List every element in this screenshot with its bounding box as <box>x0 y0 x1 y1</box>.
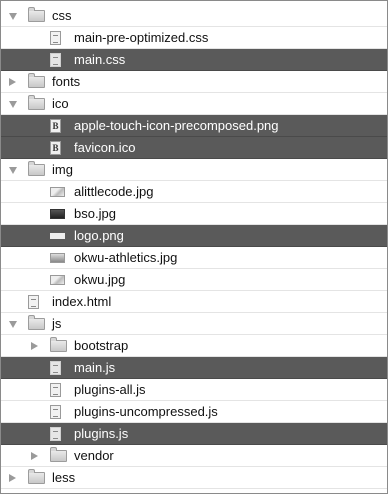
png-file-icon: B <box>50 141 61 155</box>
document-icon <box>50 427 61 441</box>
disclosure-triangle-closed-icon[interactable] <box>31 452 38 460</box>
document-icon <box>28 295 39 309</box>
document-icon <box>50 361 61 375</box>
tree-item-label: js <box>52 316 62 331</box>
folder-icon <box>28 161 45 176</box>
tree-item-label: main.css <box>74 52 126 67</box>
tree-item-label: main.js <box>74 360 116 375</box>
tree-item-label: logo.png <box>74 228 124 243</box>
tree-item-label: plugins.js <box>74 426 129 441</box>
tree-item-label: index.html <box>52 294 112 309</box>
document-icon <box>50 383 61 397</box>
tree-row-bso-jpg[interactable]: bso.jpg <box>1 203 387 225</box>
document-icon <box>50 31 61 45</box>
tree-row-apple-touch-icon-precomposed-png[interactable]: Bapple-touch-icon-precomposed.png <box>1 115 387 137</box>
disclosure-triangle-closed-icon[interactable] <box>9 474 16 482</box>
tree-row-okwu-athletics-jpg[interactable]: okwu-athletics.jpg <box>1 247 387 269</box>
tree-item-label: fonts <box>52 74 81 89</box>
tree-item-label: css <box>52 8 72 23</box>
disclosure-triangle-closed-icon[interactable] <box>31 342 38 350</box>
folder-icon <box>28 7 45 22</box>
disclosure-triangle-open-icon[interactable] <box>9 167 17 174</box>
tree-row-vendor[interactable]: vendor <box>1 445 387 467</box>
tree-row-logo-png[interactable]: logo.png <box>1 225 387 247</box>
tree-row-main-pre-optimized-css[interactable]: main-pre-optimized.css <box>1 27 387 49</box>
tree-row-img[interactable]: img <box>1 159 387 181</box>
file-tree-panel: css main-pre-optimized.css main.css fonts ic… <box>0 0 388 494</box>
tree-item-label: plugins-uncompressed.js <box>74 404 218 419</box>
tree-row-fonts[interactable]: fonts <box>1 71 387 93</box>
disclosure-triangle-closed-icon[interactable] <box>9 78 16 86</box>
png-file-icon: B <box>50 119 61 133</box>
tree-row-plugins-all-js[interactable]: plugins-all.js <box>1 379 387 401</box>
tree-item-label: favicon.ico <box>74 140 136 155</box>
tree-item-label: ico <box>52 96 69 111</box>
disclosure-triangle-open-icon[interactable] <box>9 13 17 20</box>
tree-row-plugins-js[interactable]: plugins.js <box>1 423 387 445</box>
image-file-icon <box>50 187 65 197</box>
tree-row-css[interactable]: css <box>1 5 387 27</box>
tree-row-js[interactable]: js <box>1 313 387 335</box>
folder-icon <box>28 73 45 88</box>
folder-icon <box>28 315 45 330</box>
image-file-icon <box>50 275 65 285</box>
tree-row-favicon-ico[interactable]: Bfavicon.ico <box>1 137 387 159</box>
tree-item-label: vendor <box>74 448 114 463</box>
disclosure-triangle-open-icon[interactable] <box>9 101 17 108</box>
folder-icon <box>28 95 45 110</box>
tree-row-main-css[interactable]: main.css <box>1 49 387 71</box>
tree-item-label: less <box>52 470 76 485</box>
document-icon <box>50 405 61 419</box>
tree-item-label: okwu-athletics.jpg <box>74 250 178 265</box>
tree-row-index-html[interactable]: index.html <box>1 291 387 313</box>
tree-item-label: bso.jpg <box>74 206 116 221</box>
disclosure-triangle-open-icon[interactable] <box>9 321 17 328</box>
tree-item-label: img <box>52 162 73 177</box>
tree-row-main-js[interactable]: main.js <box>1 357 387 379</box>
tree-item-label: alittlecode.jpg <box>74 184 154 199</box>
image-file-icon <box>50 209 65 219</box>
tree-row-alittlecode-jpg[interactable]: alittlecode.jpg <box>1 181 387 203</box>
tree-item-label: apple-touch-icon-precomposed.png <box>74 118 279 133</box>
tree-row-bootstrap[interactable]: bootstrap <box>1 335 387 357</box>
file-tree: css main-pre-optimized.css main.css fonts ic… <box>1 5 387 489</box>
folder-icon <box>50 447 67 462</box>
image-file-icon <box>50 253 65 263</box>
tree-row-okwu-jpg[interactable]: okwu.jpg <box>1 269 387 291</box>
tree-item-label: main-pre-optimized.css <box>74 30 209 45</box>
tree-row-ico[interactable]: ico <box>1 93 387 115</box>
tree-row-less[interactable]: less <box>1 467 387 489</box>
folder-icon <box>50 337 67 352</box>
document-icon <box>50 53 61 67</box>
tree-item-label: bootstrap <box>74 338 129 353</box>
tree-item-label: plugins-all.js <box>74 382 146 397</box>
tree-row-plugins-uncompressed-js[interactable]: plugins-uncompressed.js <box>1 401 387 423</box>
tree-item-label: okwu.jpg <box>74 272 126 287</box>
folder-icon <box>28 469 45 484</box>
image-file-icon <box>50 233 65 239</box>
